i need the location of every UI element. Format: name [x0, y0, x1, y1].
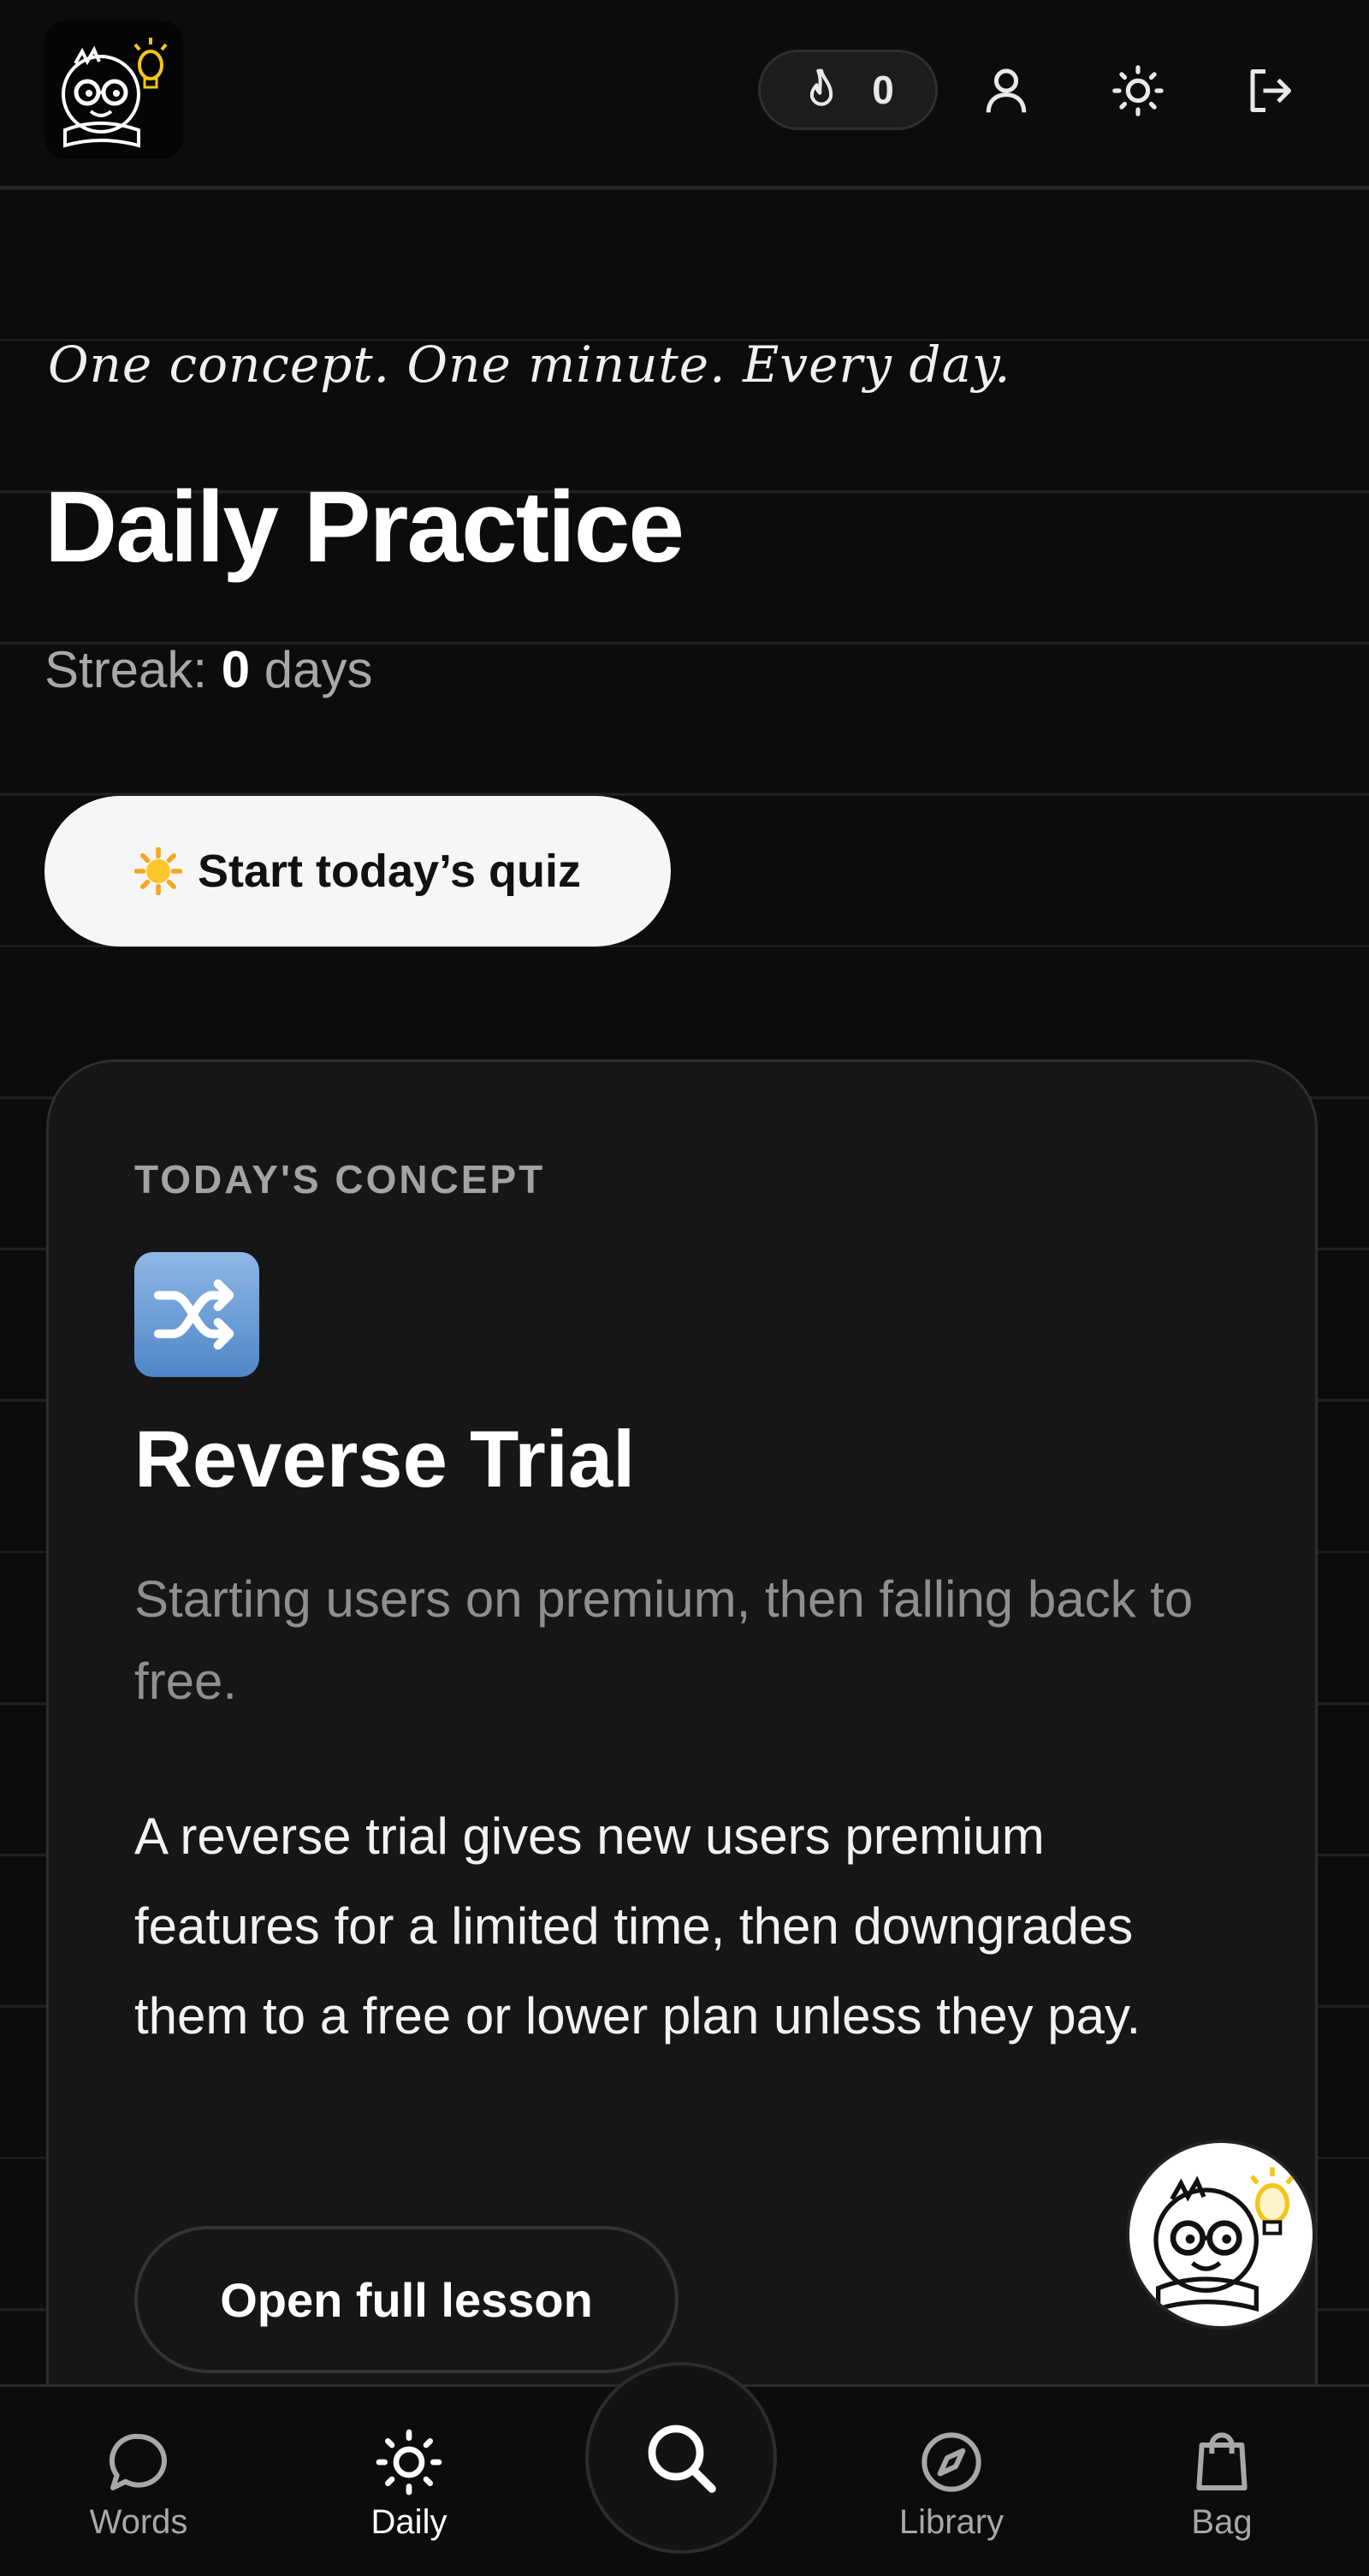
start-quiz-label: Start today’s quiz [197, 846, 582, 897]
search-button[interactable] [585, 2362, 777, 2554]
concept-subtitle: Starting users on premium, then falling … [134, 1570, 1194, 1710]
start-quiz-button[interactable]: Start today’s quiz [44, 796, 671, 947]
theme-toggle-button[interactable] [1104, 56, 1172, 125]
mascot-icon [1153, 2167, 1295, 2312]
nav-label-daily: Daily [370, 2503, 447, 2541]
streak-status: Streak: 0 days [44, 640, 373, 699]
streak-label: Streak: [44, 641, 208, 698]
chat-bubble-icon [109, 2433, 167, 2490]
concept-kicker: TODAY'S CONCEPT [134, 1157, 546, 1202]
flame-icon [810, 68, 833, 106]
nav-label-library: Library [898, 2503, 1005, 2541]
mascot-logo-icon [62, 38, 168, 148]
page-title: Daily Practice [44, 471, 684, 584]
mascot-assistant-button[interactable] [1126, 2140, 1316, 2330]
search-icon [648, 2425, 716, 2493]
compass-icon [922, 2432, 981, 2492]
sun-emoji-icon [133, 847, 182, 895]
concept-card: TODAY'S CONCEPT Reverse Trial Starting u… [46, 1059, 1318, 2576]
streak-days-value: 0 [221, 641, 251, 698]
app-logo[interactable] [44, 21, 183, 159]
logout-button[interactable] [1236, 56, 1304, 125]
tagline: One concept. One minute. Every day. [48, 335, 1011, 394]
profile-button[interactable] [972, 56, 1040, 125]
shuffle-icon [134, 1252, 259, 1377]
open-lesson-button[interactable]: Open full lesson [134, 2226, 679, 2373]
logout-icon [1250, 69, 1291, 112]
sun-icon [1112, 65, 1164, 116]
nav-item-words[interactable]: Words [53, 2428, 224, 2565]
concept-description: A reverse trial gives new users premium … [134, 1807, 1141, 2045]
nav-label-words: Words [89, 2503, 188, 2541]
shopping-bag-icon [1196, 2432, 1248, 2490]
nav-label-bag: Bag [1191, 2503, 1253, 2541]
nav-item-bag[interactable]: Bag [1136, 2428, 1307, 2565]
sun-icon [376, 2429, 442, 2496]
streak-count: 0 [872, 68, 894, 112]
concept-title: Reverse Trial [134, 1414, 636, 1504]
nav-item-library[interactable]: Library [866, 2428, 1037, 2565]
top-bar: 0 [0, 0, 1369, 188]
streak-counter-pill[interactable]: 0 [758, 50, 938, 130]
streak-unit: days [264, 641, 373, 698]
user-icon [986, 68, 1027, 113]
nav-item-daily[interactable]: Daily [323, 2428, 495, 2565]
